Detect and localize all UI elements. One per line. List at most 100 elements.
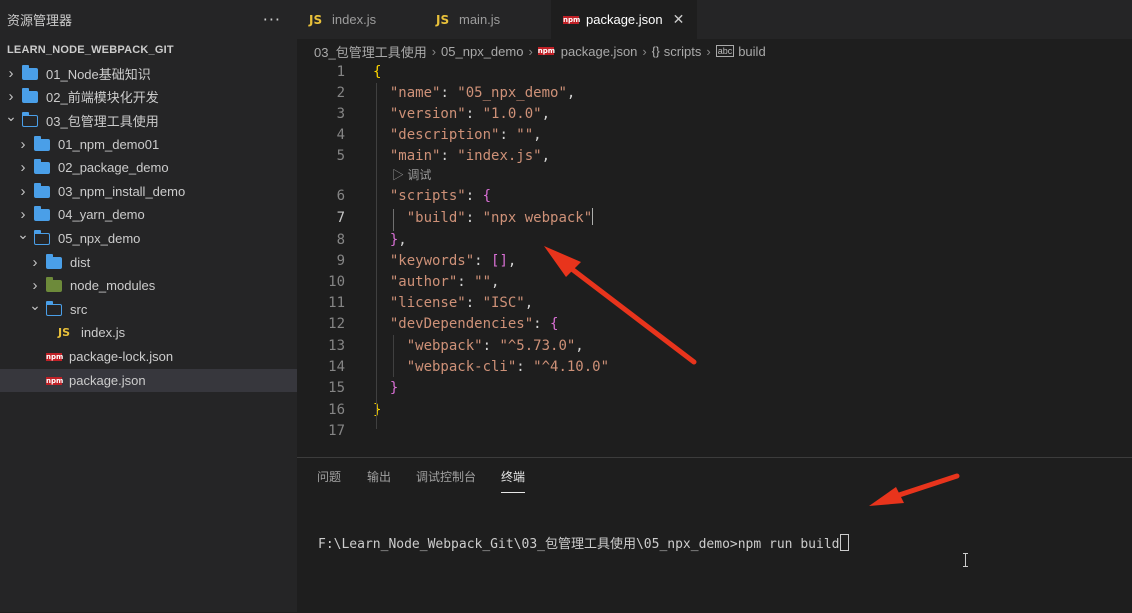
chevron-down-icon[interactable]: ⌄ bbox=[4, 108, 18, 125]
folder-icon bbox=[34, 158, 50, 174]
chevron-right-icon[interactable]: › bbox=[16, 136, 30, 153]
tree-item[interactable]: npm package-lock.json bbox=[0, 345, 297, 368]
chevron-down-icon[interactable]: ⌄ bbox=[28, 297, 42, 314]
tree-item-label: dist bbox=[70, 255, 91, 270]
terminal-output[interactable]: F:\Learn_Node_Webpack_Git\03_包管理工具使用\05_… bbox=[318, 533, 850, 552]
indent-guide bbox=[393, 335, 394, 377]
code-line[interactable]: 10 "author": "", bbox=[297, 272, 1132, 293]
close-icon[interactable]: ✕ bbox=[673, 11, 685, 28]
explorer-title: 资源管理器 bbox=[7, 14, 73, 29]
chevron-right-icon: › bbox=[642, 43, 647, 59]
folder-icon bbox=[34, 135, 50, 151]
tree-item[interactable]: › 03_npm_install_demo bbox=[0, 180, 297, 203]
tree-item[interactable]: ⌄ src bbox=[0, 297, 297, 321]
breadcrumb: 03_包管理工具使用 › 05_npx_demo › npm package.j… bbox=[297, 40, 1132, 62]
tree-item[interactable]: ⌄ 03_包管理工具使用 bbox=[0, 108, 297, 132]
chevron-right-icon[interactable]: › bbox=[4, 88, 18, 105]
panel-tab-debug-console[interactable]: 调试控制台 bbox=[416, 468, 476, 492]
chevron-right-icon[interactable]: › bbox=[28, 254, 42, 271]
code-line[interactable]: 12 "devDependencies": { bbox=[297, 314, 1132, 335]
chevron-right-icon[interactable]: › bbox=[4, 65, 18, 82]
tree-item[interactable]: › dist bbox=[0, 251, 297, 274]
code-line[interactable]: 7 "build": "npx webpack" bbox=[297, 208, 1132, 229]
tree-item-label: 01_Node基础知识 bbox=[46, 67, 151, 82]
chevron-right-icon[interactable]: › bbox=[16, 159, 30, 176]
tab-package-json[interactable]: npm package.json ✕ bbox=[551, 0, 697, 39]
breadcrumb-item[interactable]: scripts bbox=[664, 44, 702, 59]
panel-tab-output[interactable]: 输出 bbox=[367, 468, 391, 492]
code-line[interactable]: 17 bbox=[297, 421, 1132, 442]
js-file-icon: JS bbox=[58, 326, 71, 339]
code-line[interactable]: 14 "webpack-cli": "^4.10.0" bbox=[297, 357, 1132, 378]
tree-item-label: 01_npm_demo01 bbox=[58, 137, 160, 152]
terminal-cursor bbox=[840, 534, 850, 551]
tree-item-label: 02_前端模块化开发 bbox=[46, 90, 159, 105]
tab-main-js[interactable]: JS main.js bbox=[424, 0, 551, 39]
code-text: "description": "", bbox=[389, 127, 542, 143]
line-number: 10 bbox=[328, 274, 345, 290]
code-line[interactable]: 4 "description": "", bbox=[297, 125, 1132, 146]
tree-item[interactable]: JS index.js bbox=[0, 321, 297, 344]
tree-item[interactable]: › 04_yarn_demo bbox=[0, 203, 297, 226]
tree-item[interactable]: › 01_npm_demo01 bbox=[0, 133, 297, 156]
code-line[interactable]: 11 "license": "ISC", bbox=[297, 293, 1132, 314]
code-line[interactable]: 5 "main": "index.js", bbox=[297, 146, 1132, 167]
breadcrumb-item[interactable]: 03_包管理工具使用 bbox=[314, 42, 427, 61]
code-line[interactable]: 15 } bbox=[297, 378, 1132, 399]
code-line[interactable]: 3 "version": "1.0.0", bbox=[297, 104, 1132, 125]
chevron-right-icon[interactable]: › bbox=[16, 206, 30, 223]
code-line[interactable]: 2 "name": "05_npx_demo", bbox=[297, 83, 1132, 104]
line-number: 8 bbox=[336, 232, 345, 248]
breadcrumb-item[interactable]: package.json bbox=[561, 44, 638, 59]
tree-item[interactable]: › 02_package_demo bbox=[0, 156, 297, 179]
bottom-panel: 问题 输出 调试控制台 终端 F:\Learn_Node_Webpack_Git… bbox=[297, 457, 1132, 613]
line-number: 7 bbox=[336, 210, 345, 226]
tree-item-label: 02_package_demo bbox=[58, 160, 169, 175]
folder-open-icon bbox=[21, 111, 38, 127]
tab-label: package.json bbox=[586, 12, 663, 27]
tree-item[interactable]: npm package.json bbox=[0, 369, 297, 392]
code-line[interactable]: 8 }, bbox=[297, 230, 1132, 251]
tree-item[interactable]: › 02_前端模块化开发 bbox=[0, 85, 297, 108]
tree-item-label: index.js bbox=[81, 325, 126, 340]
chevron-right-icon[interactable]: › bbox=[16, 183, 30, 200]
folder-icon bbox=[34, 205, 50, 221]
workspace-root[interactable]: LEARN_NODE_WEBPACK_GIT bbox=[0, 39, 297, 61]
code-line[interactable]: 1{ bbox=[297, 62, 1132, 83]
line-number: 6 bbox=[336, 188, 345, 204]
tab-index-js[interactable]: JS index.js bbox=[297, 0, 424, 39]
code-editor[interactable]: 1{2 "name": "05_npx_demo", 3 "version": "… bbox=[297, 62, 1132, 456]
code-line[interactable]: 6 "scripts": { bbox=[297, 186, 1132, 207]
code-line[interactable]: 13 "webpack": "^5.73.0", bbox=[297, 336, 1132, 357]
chevron-right-icon[interactable]: › bbox=[28, 277, 42, 294]
chevron-right-icon: › bbox=[431, 43, 437, 59]
debug-codelens[interactable]: ▷ 调试 bbox=[392, 166, 431, 183]
tree-item[interactable]: › 01_Node基础知识 bbox=[0, 62, 297, 85]
explorer-sidebar: 资源管理器 ··· LEARN_NODE_WEBPACK_GIT › 01_Nod… bbox=[0, 0, 297, 612]
breadcrumb-item[interactable]: build bbox=[738, 44, 765, 59]
line-number: 12 bbox=[328, 316, 345, 332]
tree-item[interactable]: › node_modules bbox=[0, 274, 297, 297]
object-icon: {} bbox=[651, 44, 660, 58]
text-cursor-icon bbox=[963, 553, 968, 567]
breadcrumb-item[interactable]: 05_npx_demo bbox=[441, 44, 523, 59]
chevron-down-icon[interactable]: ⌄ bbox=[16, 226, 30, 243]
panel-tab-terminal[interactable]: 终端 bbox=[501, 468, 526, 493]
folder-icon bbox=[46, 276, 62, 292]
npm-file-icon: npm bbox=[563, 15, 581, 24]
folder-open-icon bbox=[33, 229, 50, 245]
code-line[interactable]: 16} bbox=[297, 400, 1132, 421]
code-line[interactable]: 9 "keywords": [], bbox=[297, 251, 1132, 272]
more-actions-icon[interactable]: ··· bbox=[263, 10, 281, 29]
tree-item[interactable]: ⌄ 05_npx_demo bbox=[0, 226, 297, 250]
panel-tab-problems[interactable]: 问题 bbox=[317, 468, 341, 492]
code-text: "license": "ISC", bbox=[389, 295, 534, 311]
folder-icon bbox=[22, 64, 38, 80]
line-number: 17 bbox=[328, 423, 345, 439]
text-caret bbox=[592, 208, 594, 225]
tree-item-label: src bbox=[70, 302, 88, 317]
code-text: "name": "05_npx_demo", bbox=[389, 85, 576, 101]
tree-item-label: 05_npx_demo bbox=[58, 231, 141, 246]
string-icon: abc bbox=[715, 45, 735, 57]
chevron-right-icon: › bbox=[528, 43, 533, 59]
